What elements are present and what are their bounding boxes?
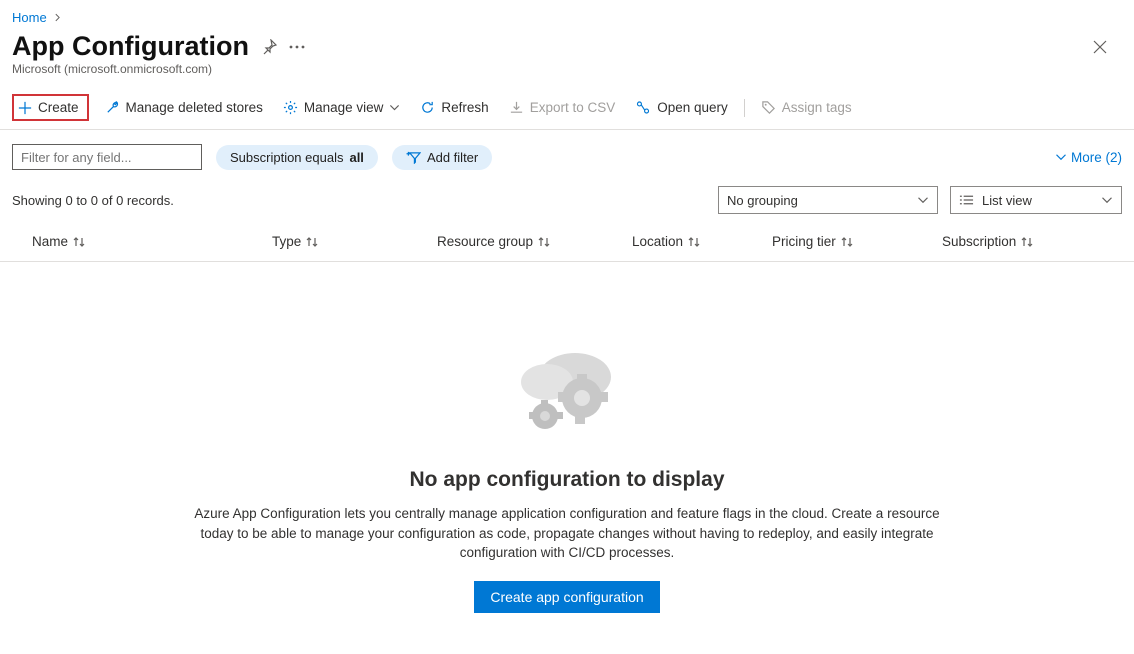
sort-icon xyxy=(1020,236,1034,248)
wrench-icon xyxy=(105,100,120,115)
refresh-label: Refresh xyxy=(441,100,488,115)
assign-tags-button: Assign tags xyxy=(757,97,856,118)
refresh-icon xyxy=(420,100,435,115)
filter-bar: Subscription equals all Add filter More … xyxy=(0,130,1134,176)
sort-icon xyxy=(305,236,319,248)
breadcrumb-home[interactable]: Home xyxy=(12,10,47,25)
empty-illustration xyxy=(487,332,647,452)
manage-deleted-button[interactable]: Manage deleted stores xyxy=(101,97,267,118)
page-header: App Configuration xyxy=(0,29,1134,62)
chevron-down-icon xyxy=(389,102,400,113)
status-row: Showing 0 to 0 of 0 records. No grouping… xyxy=(0,176,1134,222)
export-csv-button: Export to CSV xyxy=(505,97,620,118)
empty-description: Azure App Configuration lets you central… xyxy=(182,504,952,563)
column-location[interactable]: Location xyxy=(632,234,772,249)
column-name[interactable]: Name xyxy=(32,234,272,249)
filter-input[interactable] xyxy=(12,144,202,170)
download-icon xyxy=(509,100,524,115)
more-filters-link[interactable]: More (2) xyxy=(1055,150,1122,165)
add-filter-pill[interactable]: Add filter xyxy=(392,145,492,170)
column-type[interactable]: Type xyxy=(272,234,437,249)
more-filters-label: More (2) xyxy=(1071,150,1122,165)
manage-view-label: Manage view xyxy=(304,100,384,115)
plus-icon xyxy=(18,101,32,115)
toolbar: Create Manage deleted stores Manage view… xyxy=(0,86,1134,130)
breadcrumb: Home xyxy=(0,0,1134,29)
subscription-filter-prefix: Subscription equals xyxy=(230,150,343,165)
manage-deleted-label: Manage deleted stores xyxy=(126,100,263,115)
open-query-button[interactable]: Open query xyxy=(631,97,732,118)
chevron-down-icon xyxy=(917,194,929,206)
subscription-filter-pill[interactable]: Subscription equals all xyxy=(216,145,378,170)
records-count: Showing 0 to 0 of 0 records. xyxy=(12,193,174,208)
gear-icon xyxy=(283,100,298,115)
column-resource-group[interactable]: Resource group xyxy=(437,234,632,249)
create-app-configuration-button[interactable]: Create app configuration xyxy=(474,581,659,613)
sort-icon xyxy=(687,236,701,248)
page-title: App Configuration xyxy=(12,31,249,62)
manage-view-button[interactable]: Manage view xyxy=(279,97,405,118)
add-filter-label: Add filter xyxy=(427,150,478,165)
sort-icon xyxy=(840,236,854,248)
column-pricing-tier[interactable]: Pricing tier xyxy=(772,234,942,249)
export-csv-label: Export to CSV xyxy=(530,100,616,115)
close-button[interactable] xyxy=(1092,39,1108,55)
page-subtitle: Microsoft (microsoft.onmicrosoft.com) xyxy=(0,62,1134,86)
list-icon xyxy=(959,194,974,206)
open-query-label: Open query xyxy=(657,100,728,115)
filter-add-icon xyxy=(406,151,421,164)
sort-icon xyxy=(537,236,551,248)
query-icon xyxy=(635,100,651,115)
chevron-down-icon xyxy=(1101,194,1113,206)
chevron-down-icon xyxy=(1055,151,1067,163)
refresh-button[interactable]: Refresh xyxy=(416,97,492,118)
more-actions-icon[interactable] xyxy=(289,45,305,49)
toolbar-separator xyxy=(744,99,745,117)
assign-tags-label: Assign tags xyxy=(782,100,852,115)
pin-icon[interactable] xyxy=(261,39,277,55)
empty-title: No app configuration to display xyxy=(20,468,1114,492)
view-mode-dropdown[interactable]: List view xyxy=(950,186,1122,214)
chevron-right-icon xyxy=(53,13,62,22)
grouping-dropdown[interactable]: No grouping xyxy=(718,186,938,214)
grouping-selected: No grouping xyxy=(727,193,798,208)
table-header: Name Type Resource group Location Pricin… xyxy=(0,222,1134,262)
tag-icon xyxy=(761,100,776,115)
view-mode-selected: List view xyxy=(982,193,1032,208)
empty-state: No app configuration to display Azure Ap… xyxy=(0,262,1134,633)
create-button[interactable]: Create xyxy=(12,94,89,121)
column-subscription[interactable]: Subscription xyxy=(942,234,1122,249)
create-label: Create xyxy=(38,100,79,115)
sort-icon xyxy=(72,236,86,248)
subscription-filter-value: all xyxy=(349,150,363,165)
